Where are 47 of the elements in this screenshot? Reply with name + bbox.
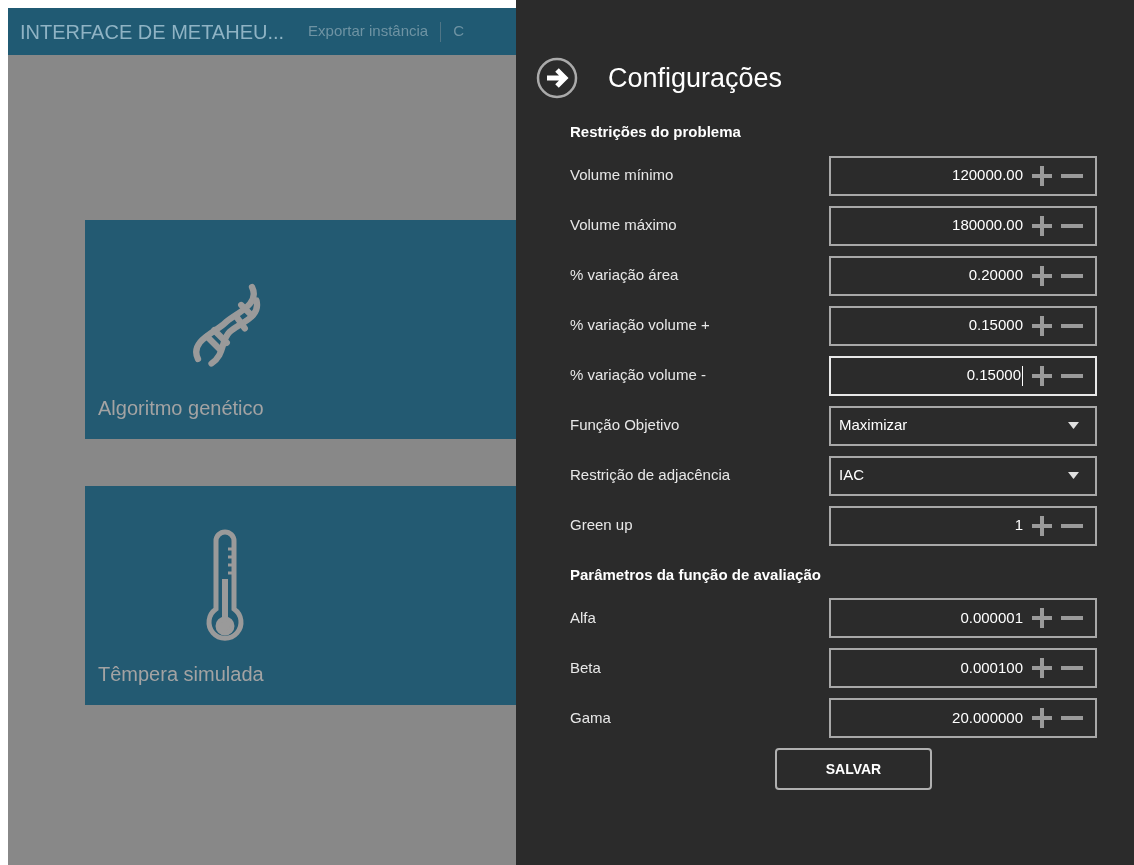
tile-label: Têmpera simulada (97, 662, 265, 687)
field-label: Green up (570, 515, 633, 536)
plus-icon[interactable] (1031, 214, 1053, 237)
field-label: Beta (570, 657, 601, 678)
field-label: Volume mínimo (570, 165, 674, 186)
number-field[interactable]: 0.000100 (829, 648, 1097, 688)
text-cursor (1022, 365, 1023, 386)
number-field[interactable]: 0.000001 (829, 598, 1097, 638)
minus-icon[interactable] (1061, 323, 1083, 328)
caret-icon (1068, 472, 1079, 479)
dropdown[interactable]: IAC (829, 455, 1097, 496)
number-field[interactable]: 120000.00 (829, 155, 1097, 196)
panel-title: Configurações (608, 61, 783, 95)
number-field[interactable]: 1 (829, 505, 1097, 546)
number-field[interactable]: 0.20000 (829, 255, 1097, 296)
field-label: % variação volume + (570, 315, 710, 336)
section-heading: Restrições do problema (570, 122, 742, 142)
number-field[interactable]: 180000.00 (829, 205, 1097, 246)
number-field[interactable]: 0.15000 (829, 305, 1097, 346)
plus-icon[interactable] (1031, 657, 1053, 679)
field-label: % variação volume - (570, 365, 706, 386)
plus-icon[interactable] (1031, 707, 1053, 729)
field-label: % variação área (570, 265, 679, 286)
field-label: Gama (570, 707, 611, 728)
minus-icon[interactable] (1061, 273, 1083, 278)
number-field[interactable]: 0.15000 (829, 355, 1097, 396)
tile-label: Algoritmo genético (97, 396, 265, 421)
save-button[interactable]: SALVAR (775, 748, 932, 790)
plus-icon[interactable] (1031, 264, 1053, 287)
section-heading: Parâmetros da função de avaliação (570, 564, 822, 585)
field-label: Alfa (570, 607, 596, 628)
caret-icon (1068, 422, 1079, 429)
minus-icon[interactable] (1061, 223, 1083, 228)
number-field[interactable]: 20.000000 (829, 698, 1097, 738)
minus-icon[interactable] (1061, 523, 1083, 528)
minus-icon[interactable] (1061, 173, 1083, 178)
minus-icon[interactable] (1061, 373, 1083, 378)
dropdown[interactable]: Maximizar (829, 405, 1097, 446)
field-label: Volume máximo (570, 215, 677, 236)
plus-icon[interactable] (1031, 514, 1053, 537)
plus-icon[interactable] (1031, 314, 1053, 337)
field-label: Função Objetivo (570, 415, 680, 436)
app-title: INTERFACE DE METAHEU... (20, 19, 285, 45)
plus-icon[interactable] (1031, 607, 1053, 629)
field-label: Restrição de adjacência (570, 465, 731, 486)
plus-icon[interactable] (1031, 164, 1053, 187)
plus-icon[interactable] (1031, 364, 1053, 387)
